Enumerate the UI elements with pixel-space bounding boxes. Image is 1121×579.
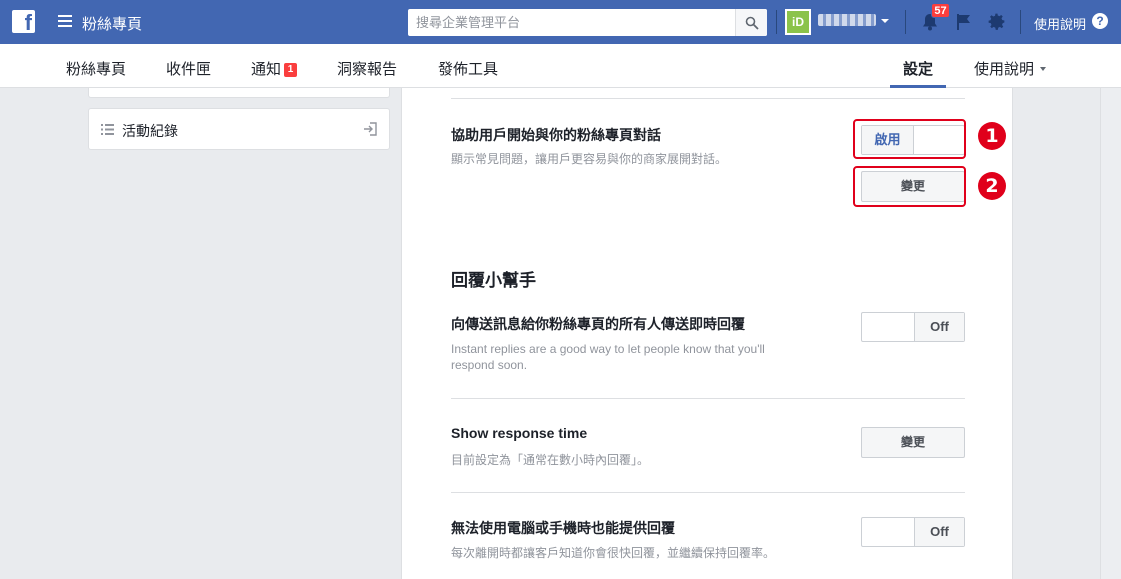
avatar[interactable]: iD [785, 9, 811, 35]
flag-icon[interactable] [955, 12, 973, 32]
instant-reply-toggle[interactable]: Off [861, 312, 965, 342]
divider [1020, 10, 1021, 34]
sidebar-item-label: 活動紀錄 [122, 123, 178, 139]
scrollbar-track[interactable] [1100, 88, 1121, 579]
section-title: 回覆小幫手 [451, 271, 536, 290]
sidebar-menu-bottom [88, 88, 390, 98]
toggle-off-label[interactable]: Off [914, 518, 964, 546]
setting-title: Show response time [451, 425, 588, 441]
search-button[interactable] [735, 9, 767, 36]
tab-inbox[interactable]: 收件匣 [166, 58, 211, 79]
setting-title: 無法使用電腦或手機時也能提供回覆 [451, 520, 675, 536]
divider [905, 10, 906, 34]
search-box [408, 9, 767, 36]
tab-page[interactable]: 粉絲專頁 [66, 58, 126, 79]
divider [451, 98, 965, 99]
setting-description: 每次離開時都讓客戶知道你會很快回覆，並繼續保持回覆率。 [451, 546, 776, 560]
step-marker: 2 [978, 172, 1006, 200]
sidebar-item-activity-log[interactable]: 活動紀錄 [88, 108, 390, 150]
divider [451, 398, 965, 399]
list-icon [101, 124, 114, 135]
caret-down-icon [1040, 67, 1047, 71]
highlight-box [853, 119, 966, 159]
tab-help-label: 使用說明 [974, 61, 1035, 78]
step-marker: 1 [978, 122, 1006, 150]
tab-notifications[interactable]: 通知 1 [251, 58, 298, 79]
page-name[interactable]: 粉絲專頁 [82, 13, 142, 34]
notification-badge: 57 [931, 3, 950, 18]
setting-description: Instant replies are a good way to let pe… [451, 342, 765, 372]
search-input[interactable] [408, 9, 735, 36]
setting-title: 向傳送訊息給你粉絲專頁的所有人傳送即時回覆 [451, 316, 745, 332]
search-icon [745, 16, 759, 30]
tab-settings[interactable]: 設定 [903, 58, 933, 79]
help-link[interactable]: 使用說明 [1034, 14, 1086, 33]
divider [451, 492, 965, 493]
username-redacted[interactable] [818, 14, 876, 26]
gear-icon[interactable] [986, 11, 1007, 32]
settings-panel: 協助用戶開始與你的粉絲專頁對話 顯示常見問題，讓用戶更容易與你的商家展開對話。 … [401, 88, 1013, 579]
page-nav: 粉絲專頁 收件匣 通知 1 洞察報告 發佈工具 設定 使用說明 [0, 44, 1121, 88]
tab-notifications-label: 通知 [251, 61, 282, 78]
highlight-box [853, 166, 966, 207]
divider [776, 10, 777, 34]
toggle-off-label[interactable]: Off [914, 313, 964, 341]
help-icon[interactable]: ? [1092, 13, 1108, 29]
tab-help[interactable]: 使用說明 [974, 58, 1047, 79]
away-toggle[interactable]: Off [861, 517, 965, 547]
notification-count-badge: 1 [284, 63, 298, 77]
response-time-change-button[interactable]: 變更 [861, 427, 965, 458]
tab-publishing-tools[interactable]: 發佈工具 [438, 58, 498, 79]
caret-down-icon[interactable] [881, 19, 889, 23]
setting-description: 顯示常見問題，讓用戶更容易與你的商家展開對話。 [451, 152, 728, 166]
enter-icon [364, 122, 377, 136]
hamburger-menu-icon[interactable] [58, 15, 72, 27]
facebook-logo[interactable]: f [12, 10, 35, 33]
top-bar: f 粉絲專頁 iD 57 使用說明 ? [0, 0, 1121, 44]
setting-title: 協助用戶開始與你的粉絲專頁對話 [451, 127, 661, 143]
tab-insights[interactable]: 洞察報告 [337, 58, 397, 79]
setting-description: 目前設定為「通常在數小時內回覆」。 [451, 453, 650, 467]
